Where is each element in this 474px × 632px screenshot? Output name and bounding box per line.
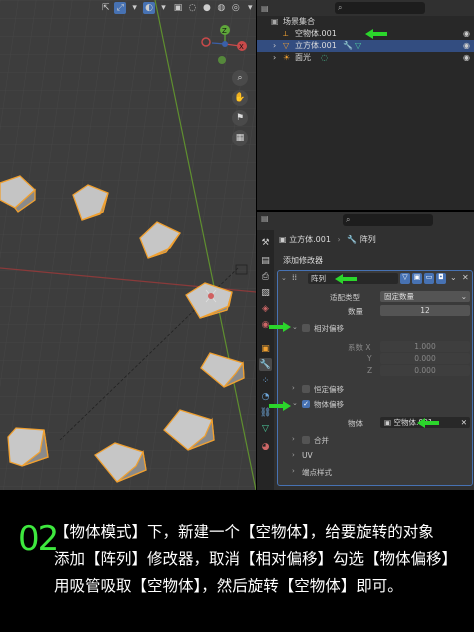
highlight-arrow-modifier-name [335, 274, 357, 284]
empty-icon: ⟂ [283, 29, 289, 38]
view-layer-tab-icon[interactable]: ▧ [259, 286, 272, 299]
outliner-row-area-light[interactable]: › ☀ 面光 ◌ ◉ [257, 52, 474, 64]
fit-type-select[interactable]: 固定数量 ⌄ [380, 291, 470, 302]
dropdown-icon[interactable]: ▾ [129, 2, 140, 14]
highlight-arrow-outliner [365, 29, 387, 39]
data-tab-icon[interactable]: ▽ [259, 422, 272, 435]
factor-y-field[interactable]: 0.000 [380, 353, 470, 364]
highlight-arrow-relative-offset [269, 322, 291, 332]
object-icon: ▣ [279, 235, 287, 244]
object-offset-checkbox[interactable]: ✓ [302, 400, 310, 408]
expand-chevron-icon[interactable]: ⌄ [292, 399, 298, 407]
properties-panel: ▤ ⌕ ⚒ ▤ ⎙ ▧ ◈ ◉ ▣ 🔧 ⁘ ◔ ⛓ ▽ ◕ ▣ 立方体.001 … [257, 212, 474, 490]
visibility-eye-icon[interactable]: ◉ [463, 52, 470, 64]
render-camera-icon[interactable]: ◘ [436, 273, 446, 284]
light-data-icon: ◌ [321, 53, 328, 62]
outliner-search-input[interactable]: ⌕ [335, 2, 425, 14]
shading-solid-icon[interactable]: ● [201, 2, 212, 14]
constant-offset-checkbox[interactable] [302, 385, 310, 393]
array-modifier-panel: ⌄ ⁞⁞ 阵列 ▽ ▣ ▭ ◘ ⌄ ✕ 适配类型 固定数量 ⌄ 数量 12 ⌄ … [277, 270, 473, 486]
cursor-icon[interactable]: ⇱ [100, 2, 111, 14]
light-icon: ☀ [283, 53, 291, 62]
grid-view-icon[interactable]: ▦ [232, 130, 248, 146]
close-icon[interactable]: ✕ [462, 273, 469, 282]
properties-tab-bar: ⚒ ▤ ⎙ ▧ ◈ ◉ ▣ 🔧 ⁘ ◔ ⛓ ▽ ◕ [257, 230, 274, 490]
properties-search-input[interactable]: ⌕ [343, 214, 433, 226]
viewport-display-icon[interactable]: ▭ [424, 273, 434, 284]
camera-icon[interactable]: ⚑ [232, 110, 248, 126]
caption-line-3: 用吸管吸取【空物体】，然后旋转【空物体】即可。 [54, 577, 403, 595]
particles-tab-icon[interactable]: ⁘ [259, 374, 272, 387]
tool-tab-icon[interactable]: ⚒ [259, 236, 272, 249]
merge-checkbox[interactable] [302, 436, 310, 444]
output-tab-icon[interactable]: ⎙ [259, 270, 272, 283]
object-tab-icon[interactable]: ▣ [259, 342, 272, 355]
modifier-wrench-icon: 🔧 [343, 41, 353, 50]
array-modifier-icon: ⁞⁞ [292, 273, 298, 282]
shading-material-icon[interactable]: ◍ [216, 2, 227, 14]
factor-x-field[interactable]: 1.000 [380, 341, 470, 352]
scene-tab-icon[interactable]: ◈ [259, 302, 272, 315]
tutorial-caption: 02 【物体模式】下，新建一个【空物体】，给要旋转的对象 添加【阵列】修改器，取… [0, 490, 474, 632]
shading-wire-icon[interactable]: ◌ [187, 2, 198, 14]
expand-arrow-icon[interactable]: › [273, 52, 276, 64]
highlight-arrow-object-field [417, 418, 439, 428]
3d-viewport[interactable]: Z X ⇱ ⤢ ▾ ◐ ▾ ▣ ◌ ● ◍ ◎ ▾ ⌕ ✋ ⚑ ▦ [0, 0, 256, 490]
collection-icon: ▣ [271, 17, 279, 26]
expand-chevron-icon[interactable]: › [292, 384, 295, 392]
dropdown-icon[interactable]: ⌄ [450, 273, 457, 282]
overlay-icon[interactable]: ◐ [143, 2, 155, 14]
chevron-down-icon: ⌄ [460, 292, 467, 301]
edit-mode-icon[interactable]: ▽ [400, 273, 410, 284]
mesh-data-icon: ▽ [355, 41, 362, 50]
clear-icon[interactable]: ✕ [461, 417, 467, 428]
outliner-row-cube[interactable]: › ▽ 立方体.001 🔧 ▽ ◉ [257, 40, 474, 52]
visibility-eye-icon[interactable]: ◉ [463, 40, 470, 52]
relative-offset-checkbox[interactable] [302, 324, 310, 332]
expand-chevron-icon[interactable]: › [292, 451, 295, 459]
highlight-arrow-object-offset [269, 401, 291, 411]
pan-hand-icon[interactable]: ✋ [232, 90, 248, 106]
mesh-object-icon: ▽ [283, 41, 290, 50]
expand-arrow-icon[interactable]: › [273, 40, 276, 52]
expand-chevron-icon[interactable]: › [292, 435, 295, 443]
collapse-chevron-icon[interactable]: ⌄ [281, 274, 287, 282]
render-tab-icon[interactable]: ▤ [259, 254, 272, 267]
modifier-tab-icon[interactable]: 🔧 [259, 358, 272, 371]
object-icon: ▣ [384, 418, 392, 427]
step-number: 02 [18, 519, 59, 559]
add-modifier-button[interactable]: 添加修改器 [279, 254, 469, 267]
editor-type-icon[interactable]: ▤ [261, 214, 269, 223]
count-field[interactable]: 12 [380, 305, 470, 316]
viewport-header-toolbar: ⇱ ⤢ ▾ ◐ ▾ ▣ ◌ ● ◍ ◎ ▾ [100, 0, 256, 16]
expand-chevron-icon[interactable]: ⌄ [292, 323, 298, 331]
wrench-icon: 🔧 [347, 235, 358, 244]
zoom-icon[interactable]: ⌕ [232, 70, 248, 86]
breadcrumb: ▣ 立方体.001 › 🔧 阵列 [279, 235, 376, 244]
shading-render-icon[interactable]: ◎ [230, 2, 241, 14]
filter-icon[interactable]: ▤ [261, 4, 269, 13]
factor-z-field[interactable]: 0.000 [380, 365, 470, 376]
caption-line-1: 【物体模式】下，新建一个【空物体】，给要旋转的对象 [54, 523, 434, 541]
dropdown-icon[interactable]: ▾ [158, 2, 169, 14]
outliner-panel: ▤ ⌕ ▣ 场景集合 ⟂ 空物体.001 ◉ › ▽ 立方体.001 🔧 ▽ ◉… [257, 0, 474, 210]
gizmo-x-label: X [239, 43, 244, 51]
xray-icon[interactable]: ▣ [172, 2, 183, 14]
outliner-row-scene-collection[interactable]: ▣ 场景集合 [257, 16, 474, 28]
cage-icon[interactable]: ▣ [412, 273, 422, 284]
expand-chevron-icon[interactable]: › [292, 467, 295, 475]
gizmo-z-label: Z [222, 27, 227, 35]
transform-icon[interactable]: ⤢ [114, 2, 126, 14]
caption-line-2: 添加【阵列】修改器，取消【相对偏移】勾选【物体偏移】 [54, 550, 458, 568]
material-tab-icon[interactable]: ◕ [259, 440, 272, 453]
visibility-eye-icon[interactable]: ◉ [463, 28, 470, 40]
viewport-grid: Z X [0, 0, 256, 490]
dropdown-icon[interactable]: ▾ [245, 2, 256, 14]
